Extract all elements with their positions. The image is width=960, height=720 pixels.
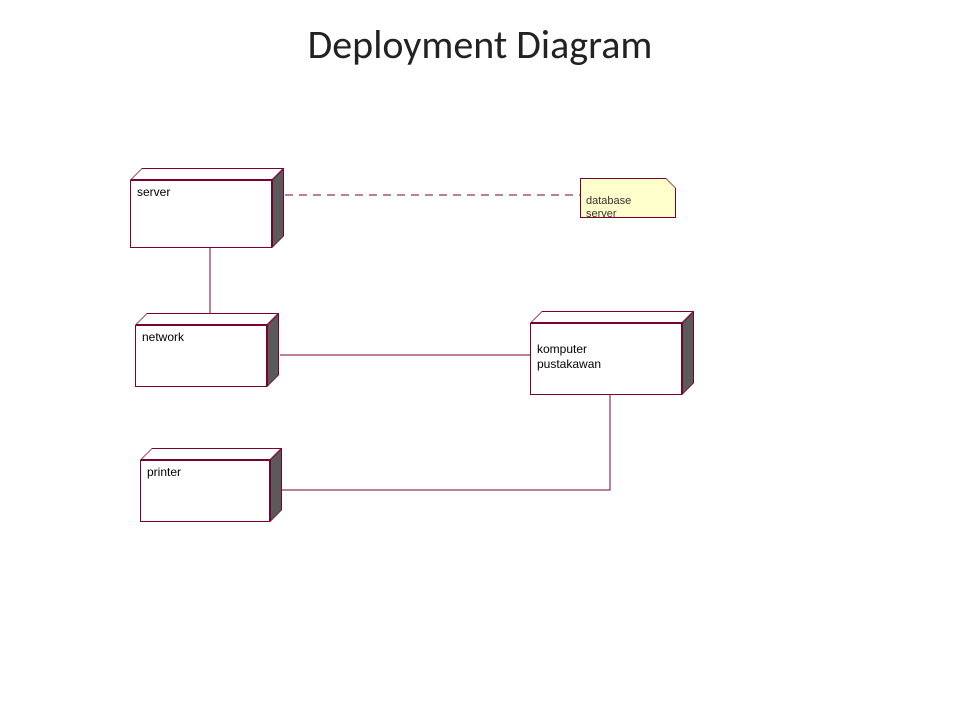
node-komputer-label: komputer pustakawan bbox=[537, 342, 601, 370]
diagram-canvas: server network komputer pustakawan print… bbox=[0, 0, 960, 720]
link-komputer-printer bbox=[282, 395, 610, 490]
note-fold-inner bbox=[666, 179, 675, 188]
node-server-label: server bbox=[137, 185, 170, 199]
node-printer-label: printer bbox=[147, 465, 181, 479]
note-database: database server bbox=[580, 178, 676, 218]
node-network-label: network bbox=[142, 330, 184, 344]
note-database-text: database server bbox=[586, 195, 631, 220]
